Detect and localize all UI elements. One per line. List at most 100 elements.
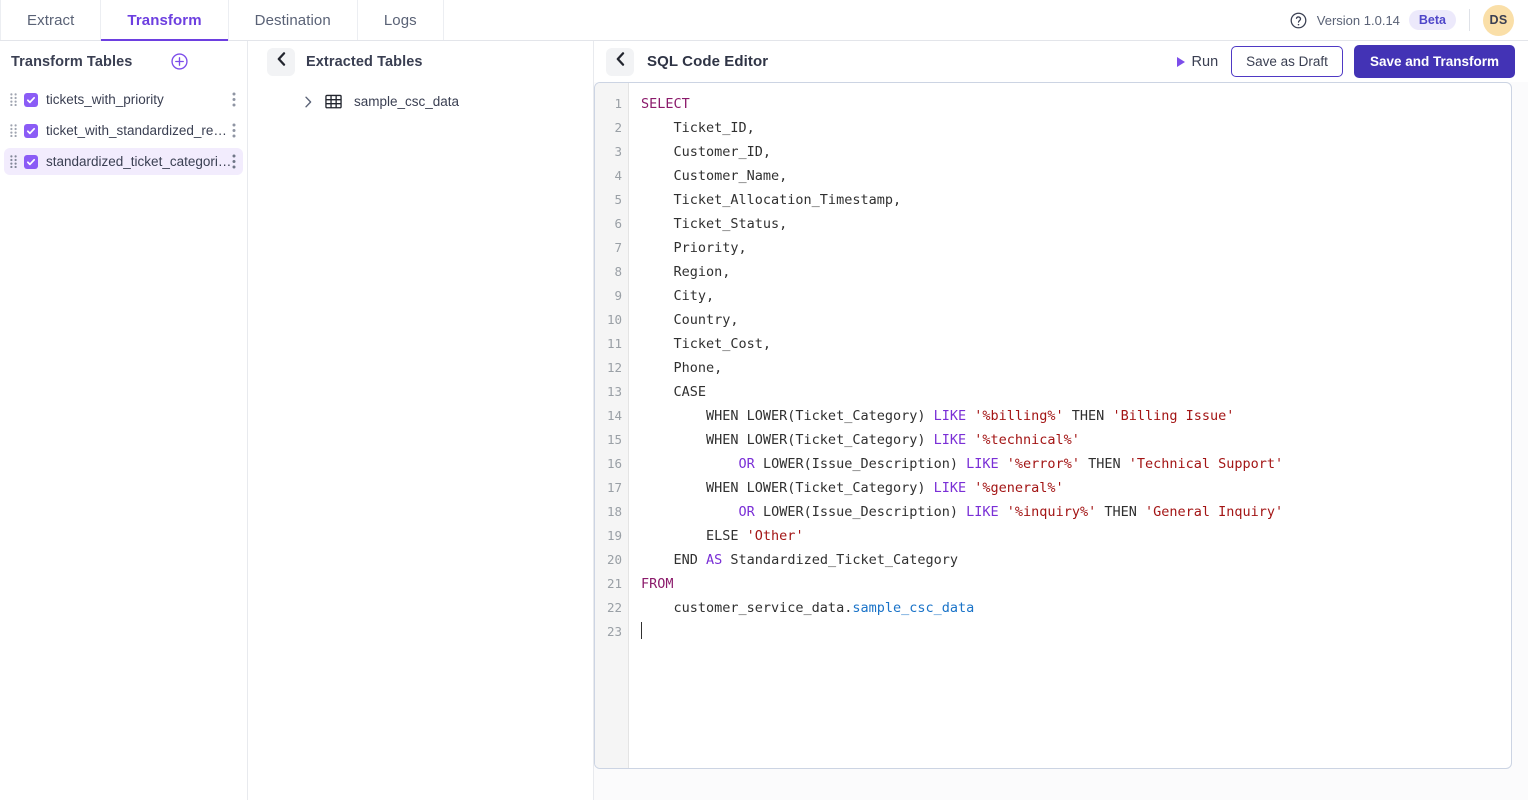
code-line: Customer_Name, [641, 164, 1511, 188]
main-tabs: Extract Transform Destination Logs [0, 0, 444, 40]
table-grid-icon [325, 93, 342, 110]
line-number: 8 [595, 260, 628, 284]
drag-handle-icon[interactable] [10, 155, 17, 168]
transform-table-row-ticket-with-standardized-region[interactable]: ticket_with_standardized_region [4, 117, 243, 144]
code-line [641, 620, 1511, 644]
code-line: WHEN LOWER(Ticket_Category) LIKE '%gener… [641, 476, 1511, 500]
drag-handle-icon[interactable] [10, 124, 17, 137]
more-options-icon[interactable] [232, 92, 236, 107]
code-line: Ticket_Cost, [641, 332, 1511, 356]
sql-code-content[interactable]: SELECT Ticket_ID, Customer_ID, Customer_… [629, 83, 1511, 768]
tab-extract-label: Extract [27, 12, 74, 29]
code-line: END AS Standardized_Ticket_Category [641, 548, 1511, 572]
tab-logs[interactable]: Logs [358, 0, 444, 40]
code-line: Region, [641, 260, 1511, 284]
transform-table-row-tickets-with-priority[interactable]: tickets_with_priority [4, 86, 243, 113]
version-label: Version 1.0.14 [1317, 13, 1400, 28]
line-number: 1 [595, 92, 628, 116]
line-number: 17 [595, 476, 628, 500]
line-number: 11 [595, 332, 628, 356]
top-navigation-bar: Extract Transform Destination Logs Versi… [0, 0, 1528, 41]
transform-tables-title: Transform Tables [11, 54, 132, 70]
line-number: 19 [595, 524, 628, 548]
line-number: 14 [595, 404, 628, 428]
line-number: 6 [595, 212, 628, 236]
sql-code-editor-panel: SQL Code Editor Run Save as Draft Save a… [594, 41, 1528, 800]
code-line: FROM [641, 572, 1511, 596]
play-icon [1177, 57, 1185, 67]
transform-table-label: standardized_ticket_categories [46, 154, 232, 169]
line-number: 10 [595, 308, 628, 332]
tab-transform-label: Transform [127, 12, 201, 29]
sql-editor-actions: Run Save as Draft Save and Transform [1175, 45, 1515, 78]
transform-table-row-standardized-ticket-categories[interactable]: standardized_ticket_categories [4, 148, 243, 175]
checkbox-checked-icon[interactable] [24, 93, 38, 107]
chevron-right-icon[interactable] [304, 95, 313, 107]
code-line: customer_service_data.sample_csc_data [641, 596, 1511, 620]
more-options-icon[interactable] [232, 154, 236, 169]
code-line: OR LOWER(Issue_Description) LIKE '%error… [641, 452, 1511, 476]
line-number: 2 [595, 116, 628, 140]
code-line: ELSE 'Other' [641, 524, 1511, 548]
line-number: 16 [595, 452, 628, 476]
line-number: 7 [595, 236, 628, 260]
plus-circle-icon[interactable] [170, 52, 189, 71]
save-and-transform-button[interactable]: Save and Transform [1354, 45, 1515, 78]
line-number: 12 [595, 356, 628, 380]
avatar[interactable]: DS [1483, 5, 1514, 36]
tab-destination-label: Destination [255, 12, 331, 29]
collapse-sql-editor-button[interactable] [606, 48, 634, 76]
tab-destination[interactable]: Destination [229, 0, 358, 40]
editor-line-number-gutter: 1234567891011121314151617181920212223 [595, 83, 629, 768]
line-number: 15 [595, 428, 628, 452]
main-body: Transform Tables [0, 41, 1528, 800]
code-line: Priority, [641, 236, 1511, 260]
extracted-tables-title: Extracted Tables [306, 54, 423, 70]
code-line: Ticket_ID, [641, 116, 1511, 140]
code-line: SELECT [641, 92, 1511, 116]
collapse-extracted-tables-button[interactable] [267, 48, 295, 76]
transform-table-label: ticket_with_standardized_region [46, 123, 232, 138]
code-line: OR LOWER(Issue_Description) LIKE '%inqui… [641, 500, 1511, 524]
drag-handle-icon[interactable] [10, 93, 17, 106]
header-divider [1469, 9, 1470, 31]
extracted-tables-list: sample_csc_data [248, 82, 593, 114]
extracted-tables-header: Extracted Tables [248, 41, 593, 82]
line-number: 21 [595, 572, 628, 596]
checkbox-checked-icon[interactable] [24, 124, 38, 138]
extracted-table-label: sample_csc_data [354, 94, 459, 109]
help-circle-icon[interactable] [1289, 11, 1308, 30]
line-number: 23 [595, 620, 628, 644]
line-number: 18 [595, 500, 628, 524]
tab-transform[interactable]: Transform [101, 0, 228, 40]
transform-table-label: tickets_with_priority [46, 92, 164, 107]
line-number: 5 [595, 188, 628, 212]
extracted-tables-panel: Extracted Tables sample_csc_data [248, 41, 594, 800]
code-line: City, [641, 284, 1511, 308]
chevron-left-icon [616, 52, 625, 71]
code-line: CASE [641, 380, 1511, 404]
tab-logs-label: Logs [384, 12, 417, 29]
line-number: 20 [595, 548, 628, 572]
run-button[interactable]: Run [1175, 50, 1221, 74]
text-caret [641, 622, 642, 639]
checkbox-checked-icon[interactable] [24, 155, 38, 169]
sql-editor-header: SQL Code Editor Run Save as Draft Save a… [594, 41, 1528, 82]
run-button-label: Run [1192, 54, 1219, 70]
code-line: WHEN LOWER(Ticket_Category) LIKE '%billi… [641, 404, 1511, 428]
more-options-icon[interactable] [232, 123, 236, 138]
save-as-draft-button[interactable]: Save as Draft [1231, 46, 1343, 77]
code-line: Country, [641, 308, 1511, 332]
code-line: Customer_ID, [641, 140, 1511, 164]
line-number: 13 [595, 380, 628, 404]
code-line: Phone, [641, 356, 1511, 380]
sql-editor-container[interactable]: 1234567891011121314151617181920212223 SE… [594, 82, 1512, 769]
code-line: Ticket_Allocation_Timestamp, [641, 188, 1511, 212]
code-line: WHEN LOWER(Ticket_Category) LIKE '%techn… [641, 428, 1511, 452]
tab-extract[interactable]: Extract [0, 0, 101, 40]
code-line: Ticket_Status, [641, 212, 1511, 236]
line-number: 4 [595, 164, 628, 188]
extracted-table-row-sample-csc-data[interactable]: sample_csc_data [248, 88, 593, 114]
top-bar-right-cluster: Version 1.0.14 Beta DS [1289, 0, 1528, 40]
transform-tables-list: tickets_with_priority ticke [0, 82, 247, 179]
